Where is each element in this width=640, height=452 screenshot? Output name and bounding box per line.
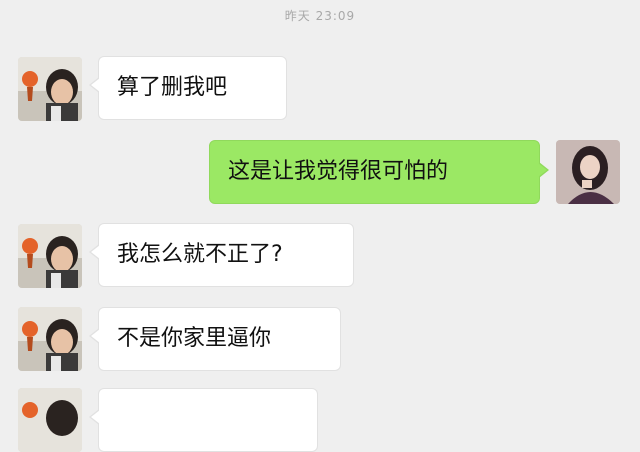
boy-avatar-image — [18, 224, 82, 288]
chat-timestamp: 昨天 23:09 — [284, 9, 356, 23]
contact-avatar[interactable] — [18, 57, 82, 121]
contact-avatar[interactable] — [18, 307, 82, 371]
chat-window: 昨天 23:09 算了删我吧 这是让我觉得很可怕的 我怎么就不正了? 不是你家里… — [0, 0, 640, 452]
message-text: 这是让我觉得很可怕的 — [228, 159, 449, 184]
user-avatar[interactable] — [556, 140, 620, 204]
contact-avatar[interactable] — [18, 388, 82, 452]
message-bubble-outgoing[interactable]: 这是让我觉得很可怕的 — [209, 140, 549, 204]
message-text: 不是你家里逼你 — [117, 326, 272, 351]
message-text: 我怎么就不正了? — [117, 242, 283, 267]
message-bubble-incoming[interactable]: 我怎么就不正了? — [89, 223, 354, 287]
boy-avatar-image — [18, 57, 82, 121]
boy-avatar-image — [18, 307, 82, 371]
message-bubble-incoming[interactable]: 算了删我吧 — [89, 56, 287, 120]
girl-avatar-image — [556, 140, 620, 204]
message-bubble-incoming[interactable]: 不是你家里逼你 — [89, 307, 341, 371]
boy-avatar-image — [18, 388, 82, 452]
message-text: 算了删我吧 — [117, 75, 228, 100]
contact-avatar[interactable] — [18, 224, 82, 288]
message-bubble-incoming[interactable] — [89, 388, 318, 452]
